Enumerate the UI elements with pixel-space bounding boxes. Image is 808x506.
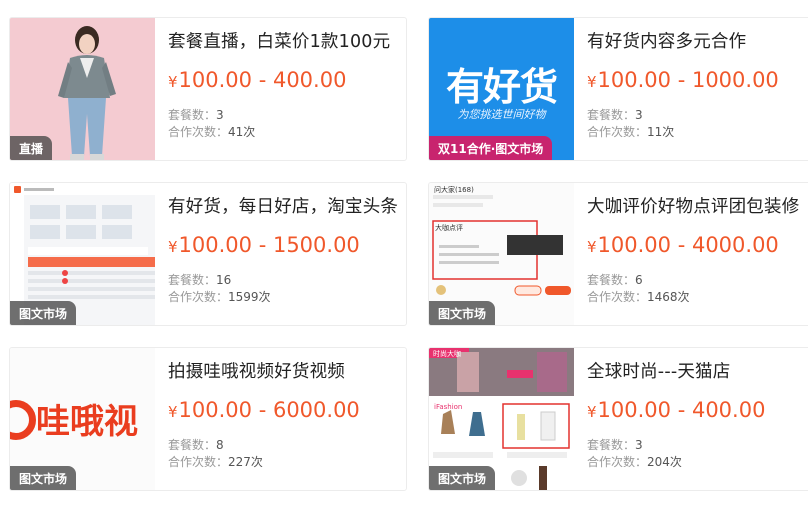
category-tag: 图文市场 [10,301,77,325]
cooperation-count-label: 合作次数： [587,290,648,304]
listing-thumbnail[interactable]: 有好货 为您挑选世间好物 双11合作·图文市场 [429,18,574,160]
package-count-value: 8 [216,438,224,452]
price-value: 100.00 - 4000.00 [597,233,779,257]
currency-symbol: ¥ [168,73,178,91]
price-value: 100.00 - 6000.00 [178,398,360,422]
category-tag: 双11合作·图文市场 [429,136,553,160]
listing-card[interactable]: 时尚大咖 iFashion 图文市场 全球时尚---天猫店 ¥100.00 - … [428,347,808,491]
package-count-value: 6 [635,273,643,287]
package-count-label: 套餐数： [587,108,636,122]
cooperation-count-value: 1599次 [228,290,271,304]
package-count: 套餐数：16 [168,271,231,288]
cooperation-count-value: 11次 [647,125,675,139]
price-range: ¥100.00 - 1500.00 [168,233,360,257]
review-box-label: 大咖点评 [435,224,463,232]
category-tag: 直播 [10,136,53,160]
cooperation-count: 合作次数：227次 [168,453,263,470]
cooperation-count: 合作次数：11次 [587,123,674,140]
listing-title[interactable]: 有好货内容多元合作 [587,28,746,53]
package-count: 套餐数：3 [587,106,643,123]
package-count: 套餐数：8 [168,436,224,453]
package-count-label: 套餐数： [587,273,636,287]
package-count-label: 套餐数： [587,438,636,452]
price-value: 100.00 - 400.00 [597,398,766,422]
listing-thumbnail[interactable]: 直播 [10,18,155,160]
cooperation-count: 合作次数：1599次 [168,288,271,305]
currency-symbol: ¥ [587,403,597,421]
brand-logo-text: 有好货 [445,65,558,109]
price-value: 100.00 - 400.00 [178,68,347,92]
cooperation-count-value: 204次 [647,455,682,469]
package-count: 套餐数：3 [587,436,643,453]
cooperation-count: 合作次数：41次 [168,123,255,140]
package-count-value: 3 [635,108,643,122]
currency-symbol: ¥ [587,238,597,256]
package-count-value: 16 [216,273,232,287]
package-count: 套餐数：6 [587,271,643,288]
listing-card[interactable]: 哇哦视 图文市场 拍摄哇哦视频好货视频 ¥100.00 - 6000.00 套餐… [9,347,407,491]
cooperation-count-value: 41次 [228,125,256,139]
brand-mini-label: iFashion [434,403,463,411]
thumbnail-header-text: 时尚大咖 [433,350,461,358]
listing-thumbnail[interactable]: 图文市场 [10,183,155,325]
package-count-label: 套餐数： [168,273,217,287]
cooperation-count: 合作次数：204次 [587,453,682,470]
package-count-label: 套餐数： [168,108,217,122]
listing-title[interactable]: 套餐直播，白菜价1款100元 [168,28,390,53]
listing-thumbnail[interactable]: 问大家(168) 大咖点评 图文市场 [429,183,574,325]
currency-symbol: ¥ [168,238,178,256]
price-range: ¥100.00 - 400.00 [168,68,346,92]
cooperation-count-value: 1468次 [647,290,690,304]
price-range: ¥100.00 - 4000.00 [587,233,779,257]
listing-title[interactable]: 全球时尚---天猫店 [587,358,730,383]
price-range: ¥100.00 - 400.00 [587,398,765,422]
category-tag: 图文市场 [10,466,77,490]
price-range: ¥100.00 - 1000.00 [587,68,779,92]
listing-title[interactable]: 有好货，每日好店，淘宝头条 [168,193,398,218]
package-count-value: 3 [635,438,643,452]
brand-slogan: 为您挑选世间好物 [457,108,546,121]
category-tag: 图文市场 [429,466,496,490]
listing-card[interactable]: 图文市场 有好货，每日好店，淘宝头条 ¥100.00 - 1500.00 套餐数… [9,182,407,326]
cooperation-count-label: 合作次数： [168,290,229,304]
cooperation-count-label: 合作次数： [168,455,229,469]
listing-thumbnail[interactable]: 哇哦视 图文市场 [10,348,155,490]
listing-title[interactable]: 拍摄哇哦视频好货视频 [168,358,345,383]
brand-logo-text: 哇哦视 [36,402,138,442]
cooperation-count-label: 合作次数： [587,455,648,469]
circle-logo-mark [10,400,36,440]
package-count: 套餐数：3 [168,106,224,123]
cooperation-count-label: 合作次数： [168,125,229,139]
price-value: 100.00 - 1000.00 [597,68,779,92]
listing-thumbnail[interactable]: 时尚大咖 iFashion 图文市场 [429,348,574,490]
price-range: ¥100.00 - 6000.00 [168,398,360,422]
cooperation-count-value: 227次 [228,455,263,469]
cooperation-count-label: 合作次数： [587,125,648,139]
price-value: 100.00 - 1500.00 [178,233,360,257]
cooperation-count: 合作次数：1468次 [587,288,690,305]
currency-symbol: ¥ [168,403,178,421]
package-count-value: 3 [216,108,224,122]
listing-title[interactable]: 大咖评价好物点评团包装修 [587,193,799,218]
listing-card[interactable]: 问大家(168) 大咖点评 图文市场 大咖评价好物点评团包装修 ¥100.00 … [428,182,808,326]
listing-card[interactable]: 有好货 为您挑选世间好物 双11合作·图文市场 有好货内容多元合作 ¥100.0… [428,17,808,161]
listing-card[interactable]: 直播 套餐直播，白菜价1款100元 ¥100.00 - 400.00 套餐数：3… [9,17,407,161]
category-tag: 图文市场 [429,301,496,325]
package-count-label: 套餐数： [168,438,217,452]
currency-symbol: ¥ [587,73,597,91]
